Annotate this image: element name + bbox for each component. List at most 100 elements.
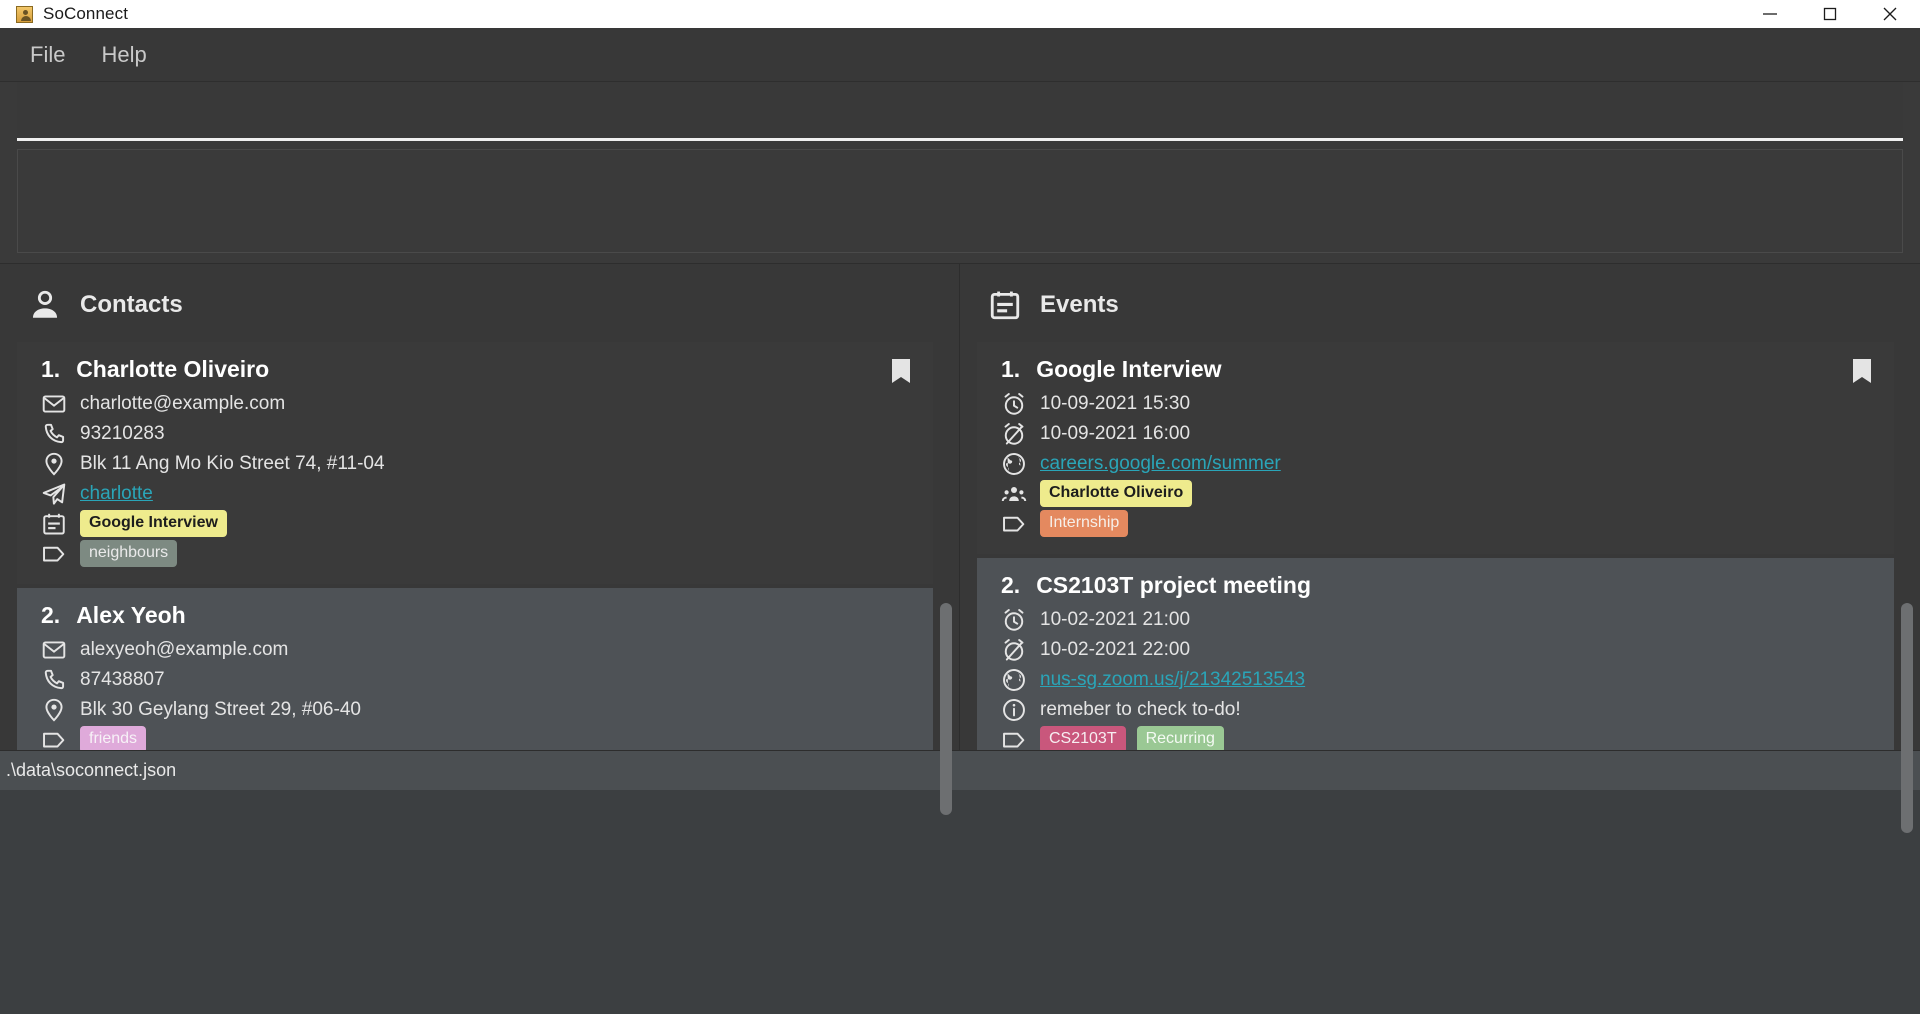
event-card[interactable]: 1. Google Interview 10-09-2021 15:30 10-…: [977, 342, 1894, 554]
event-tags: Internship: [1040, 510, 1129, 537]
contact-index: 2.: [41, 602, 61, 628]
contact-card[interactable]: 1. Charlotte Oliveiro charlotte@example.…: [17, 342, 933, 584]
tag-icon: [1003, 516, 1025, 531]
contact-card[interactable]: 2. Alex Yeoh alexyeoh@example.com 874388…: [17, 588, 933, 750]
event-start-row: 10-02-2021 21:00: [1001, 605, 1874, 634]
chip[interactable]: Recurring: [1136, 726, 1224, 750]
event-start-time: 10-09-2021 15:30: [1040, 392, 1191, 414]
command-area: [0, 81, 1920, 141]
contact-index: 1.: [41, 356, 61, 382]
result-area: [0, 141, 1920, 263]
events-panel-title: Events: [1040, 291, 1119, 318]
event-info: remeber to check to-do!: [1040, 698, 1241, 720]
events-scrollbar[interactable]: [1901, 594, 1913, 1014]
event-link-row: nus-sg.zoom.us/j/21342513543: [1001, 665, 1874, 694]
contacts-scrollbar-thumb[interactable]: [940, 603, 952, 815]
contact-tags: neighbours: [80, 540, 178, 567]
bookmark-icon[interactable]: [891, 358, 911, 384]
events-panel: Events 1. Google Interview 10-09-2021 15…: [960, 264, 1920, 834]
event-end-time: 10-02-2021 22:00: [1040, 638, 1191, 660]
events-scrollbar-thumb[interactable]: [1901, 603, 1913, 834]
event-card[interactable]: 2. CS2103T project meeting 10-02-2021 21…: [977, 558, 1894, 750]
contact-phone-row: 93210283: [41, 419, 913, 448]
status-bar: .\data\soconnect.json: [0, 750, 1920, 790]
info-icon: [1003, 698, 1025, 721]
contacts-panel-title: Contacts: [80, 291, 183, 318]
alarm-off-icon: [1004, 422, 1024, 445]
event-link[interactable]: nus-sg.zoom.us/j/21342513543: [1040, 669, 1305, 691]
event-start-time: 10-02-2021 21:00: [1040, 608, 1191, 630]
menu-bar: File Help: [0, 28, 1920, 81]
event-tags-row: Internship: [1001, 509, 1874, 538]
chip[interactable]: Charlotte Oliveiro: [1040, 480, 1193, 507]
event-start-row: 10-09-2021 15:30: [1001, 389, 1874, 418]
minimize-icon: [1763, 13, 1777, 15]
events-list: 1. Google Interview 10-09-2021 15:30 10-…: [977, 342, 1894, 750]
event-attendees-row: Charlotte Oliveiro: [1001, 479, 1874, 508]
tag-icon: [43, 546, 65, 561]
minimize-button[interactable]: [1740, 0, 1800, 28]
contacts-list-scroll[interactable]: 1. Charlotte Oliveiro charlotte@example.…: [0, 342, 959, 750]
event-link[interactable]: careers.google.com/summer: [1040, 453, 1281, 475]
chip[interactable]: friends: [80, 726, 147, 750]
contacts-list: 1. Charlotte Oliveiro charlotte@example.…: [17, 342, 933, 750]
calendar-icon: [990, 291, 1020, 320]
contact-events: Google Interview: [80, 510, 227, 537]
contact-events-row: Google Interview: [41, 509, 913, 538]
event-index: 2.: [1001, 572, 1021, 598]
save-location-text: .\data\soconnect.json: [6, 760, 177, 780]
close-button[interactable]: [1860, 0, 1920, 28]
contact-email: charlotte@example.com: [80, 392, 286, 414]
contact-address: Blk 30 Geylang Street 29, #06-40: [80, 698, 361, 720]
contacts-panel: Contacts 1. Charlotte Oliveiro charlotte…: [0, 264, 960, 815]
menu-item-file[interactable]: File: [16, 40, 79, 70]
maximize-icon: [1823, 7, 1837, 21]
maximize-button[interactable]: [1800, 0, 1860, 28]
chip[interactable]: Google Interview: [80, 510, 227, 537]
contact-card-title: 1. Charlotte Oliveiro: [41, 356, 913, 383]
contact-name: Charlotte Oliveiro: [76, 356, 270, 382]
event-attendees: Charlotte Oliveiro: [1040, 480, 1193, 507]
contact-email-row: alexyeoh@example.com: [41, 635, 913, 664]
menu-item-help[interactable]: Help: [87, 40, 160, 70]
contact-tags-row: friends: [41, 725, 913, 750]
contact-telegram[interactable]: charlotte: [80, 483, 153, 505]
events-list-scroll[interactable]: 1. Google Interview 10-09-2021 15:30 10-…: [960, 342, 1920, 750]
globe-icon: [1003, 452, 1025, 475]
location-pin-icon: [45, 452, 63, 476]
event-tags: CS2103T Recurring: [1040, 726, 1224, 750]
alarm-off-icon: [1004, 638, 1024, 661]
email-icon: [42, 640, 66, 659]
email-icon: [42, 394, 66, 413]
contact-address: Blk 11 Ang Mo Kio Street 74, #11-04: [80, 452, 385, 474]
event-link-row: careers.google.com/summer: [1001, 449, 1874, 478]
command-input[interactable]: [17, 82, 1903, 141]
chip[interactable]: Internship: [1040, 510, 1129, 537]
main-split: Contacts 1. Charlotte Oliveiro charlotte…: [0, 263, 1920, 834]
contact-book-icon: [16, 5, 33, 23]
contact-phone: 87438807: [80, 668, 165, 690]
tag-icon: [1003, 732, 1025, 747]
event-tags-row: CS2103T Recurring: [1001, 725, 1874, 750]
contacts-scrollbar[interactable]: [940, 594, 952, 1014]
tag-icon: [43, 732, 65, 747]
event-card-title: 2. CS2103T project meeting: [1001, 572, 1874, 599]
contact-phone: 93210283: [80, 422, 165, 444]
chip[interactable]: CS2103T: [1040, 726, 1126, 750]
person-icon: [32, 290, 58, 318]
event-name: CS2103T project meeting: [1036, 572, 1311, 598]
event-end-row: 10-09-2021 16:00: [1001, 419, 1874, 448]
contact-phone-row: 87438807: [41, 665, 913, 694]
attendees-icon: [1001, 486, 1027, 501]
telegram-icon: [42, 482, 66, 505]
title-bar-left: SoConnect: [0, 4, 128, 24]
chip[interactable]: neighbours: [80, 540, 178, 567]
title-bar: SoConnect: [0, 0, 1920, 28]
event-index: 1.: [1001, 356, 1021, 382]
event-end-row: 10-02-2021 22:00: [1001, 635, 1874, 664]
contact-tags: friends: [80, 726, 147, 750]
contacts-panel-header: Contacts: [0, 264, 959, 342]
contact-address-row: Blk 30 Geylang Street 29, #06-40: [41, 695, 913, 724]
bookmark-icon[interactable]: [1852, 358, 1872, 384]
globe-icon: [1003, 668, 1025, 691]
